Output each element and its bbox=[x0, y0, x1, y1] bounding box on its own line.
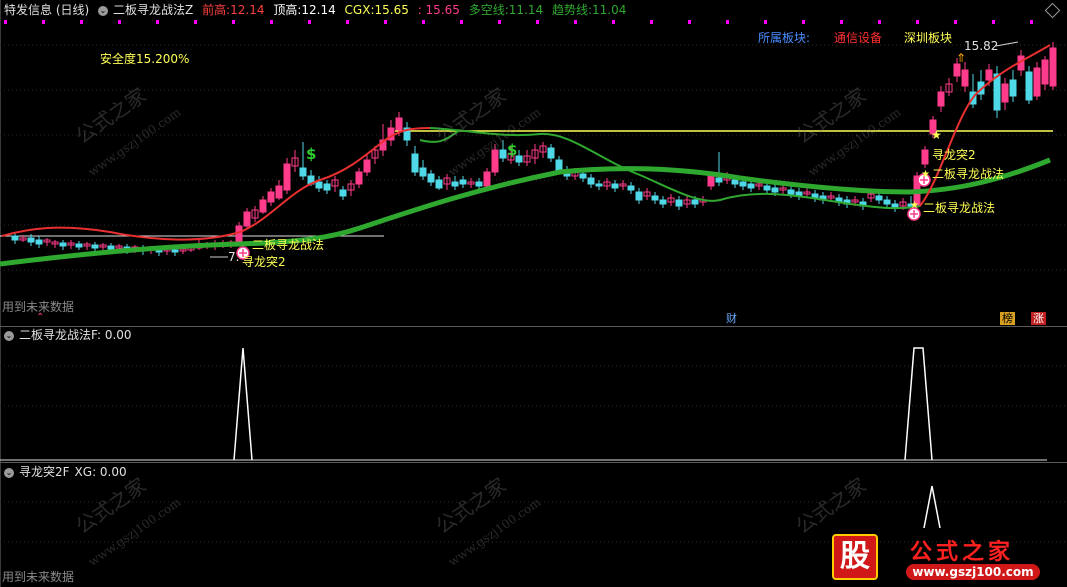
candle-body bbox=[411, 153, 419, 173]
candle-body bbox=[419, 167, 427, 177]
dragon-signal-label-2: 二板寻龙战法 bbox=[932, 167, 1005, 181]
candle-body bbox=[993, 73, 1001, 111]
candle-body bbox=[59, 242, 67, 247]
candle-body bbox=[275, 185, 283, 199]
panel3-future-data-warning: 用到未来数据 bbox=[2, 570, 75, 584]
candle-body bbox=[1009, 79, 1017, 97]
candle-body bbox=[627, 185, 635, 191]
dollar-signal-1: $ bbox=[306, 145, 317, 163]
candle-body bbox=[491, 149, 499, 173]
panel2-chart[interactable] bbox=[0, 326, 1067, 466]
trend-line bbox=[0, 157, 1051, 267]
panel3-spike bbox=[923, 485, 941, 529]
candle-body bbox=[459, 179, 467, 185]
logo-url: www.gszj100.com bbox=[906, 564, 1040, 580]
candle-body bbox=[787, 189, 795, 195]
sector-tag-shenzhen[interactable]: 深圳板块 bbox=[904, 29, 952, 46]
candle-body bbox=[747, 183, 755, 189]
candle-body bbox=[475, 181, 483, 187]
dragon-signal-label-1: 二板寻龙战法 bbox=[252, 238, 325, 252]
candle-body bbox=[771, 187, 779, 193]
candle-body bbox=[323, 183, 331, 191]
star-icon-1: ★ bbox=[931, 128, 942, 142]
candle-body bbox=[107, 245, 115, 250]
up-caret-icon: ⌃ bbox=[36, 312, 45, 323]
candle-body bbox=[259, 199, 267, 213]
candle-body bbox=[547, 147, 555, 159]
candle-body bbox=[651, 195, 659, 201]
safety-label: 安全度15.200% bbox=[100, 52, 190, 66]
candle-body bbox=[283, 163, 291, 191]
candle-body bbox=[579, 173, 587, 179]
brand-logo: 股 公式之家 www.gszj100.com bbox=[828, 532, 1064, 584]
candle-body bbox=[985, 69, 993, 81]
candle-body bbox=[427, 173, 435, 183]
breakout-label-1: 寻龙突2 bbox=[242, 255, 286, 269]
candle-body bbox=[937, 91, 945, 107]
candle-body bbox=[355, 171, 363, 185]
candle-body bbox=[675, 199, 683, 207]
kline-chart[interactable]: ★ ★ ★ ⇑ bbox=[0, 0, 1067, 325]
candle-body bbox=[451, 181, 459, 187]
candle-body bbox=[499, 149, 507, 159]
duokong-line-red-1 bbox=[1, 127, 431, 241]
candle-body bbox=[1033, 67, 1041, 97]
finance-badge[interactable]: 财 bbox=[724, 312, 739, 325]
candle-body bbox=[953, 63, 961, 77]
candle-body bbox=[1049, 47, 1057, 87]
candle-body bbox=[921, 149, 929, 165]
candle-body bbox=[595, 183, 603, 187]
panel2-spike-1 bbox=[233, 347, 253, 461]
up-arrow-icon: ⇑ bbox=[956, 51, 966, 65]
candle-body bbox=[707, 175, 715, 187]
dollar-signal-2: $ bbox=[507, 141, 518, 159]
sector-label: 所属板块: bbox=[758, 31, 811, 45]
candle-body bbox=[691, 199, 699, 205]
candle-body bbox=[171, 249, 179, 253]
candle-body bbox=[555, 159, 563, 171]
candle-body bbox=[961, 69, 969, 87]
candle-body bbox=[1001, 83, 1009, 103]
star-icon-2: ★ bbox=[921, 169, 930, 180]
candle-body bbox=[35, 239, 43, 245]
panel2-spike-2 bbox=[904, 347, 933, 461]
candle-body bbox=[611, 183, 619, 189]
candle-body bbox=[235, 225, 243, 243]
candle-body bbox=[91, 244, 99, 249]
star-icon-3: ★ bbox=[910, 200, 919, 211]
candle-body bbox=[739, 181, 747, 187]
breakout-label-2: 寻龙突2 bbox=[932, 148, 976, 162]
sector-tag-telecom[interactable]: 通信设备 bbox=[834, 29, 882, 46]
candle-body bbox=[659, 199, 667, 205]
dragon-signal-label-3: 二板寻龙战法 bbox=[923, 201, 996, 215]
logo-glyph: 股 bbox=[832, 534, 878, 580]
candle-body bbox=[875, 195, 883, 201]
candle-body bbox=[11, 235, 19, 241]
candle-body bbox=[1041, 59, 1049, 85]
limit-up-badge[interactable]: 涨 bbox=[1031, 312, 1046, 325]
candle-body bbox=[883, 199, 891, 205]
candle-body bbox=[587, 177, 595, 185]
low-price-label: 7. bbox=[228, 250, 240, 264]
candle-body bbox=[763, 185, 771, 191]
candle-body bbox=[635, 191, 643, 201]
candle-body bbox=[483, 171, 491, 187]
candle-body bbox=[315, 181, 323, 189]
candle-body bbox=[27, 237, 35, 243]
ranking-badge[interactable]: 榜 bbox=[1000, 312, 1015, 325]
candle-body bbox=[243, 211, 251, 227]
logo-text: 公式之家 bbox=[910, 539, 1015, 565]
candle-body bbox=[435, 179, 443, 189]
candle-body bbox=[75, 243, 83, 248]
high-price-label: 15.82 bbox=[964, 39, 999, 53]
candle-body bbox=[395, 117, 403, 131]
candle-body bbox=[715, 177, 723, 183]
candle-body bbox=[299, 167, 307, 177]
candle-body bbox=[731, 179, 739, 185]
candle-body bbox=[1025, 71, 1033, 101]
candle-body bbox=[339, 189, 347, 197]
candle-body bbox=[267, 191, 275, 203]
candle-body bbox=[363, 159, 371, 173]
